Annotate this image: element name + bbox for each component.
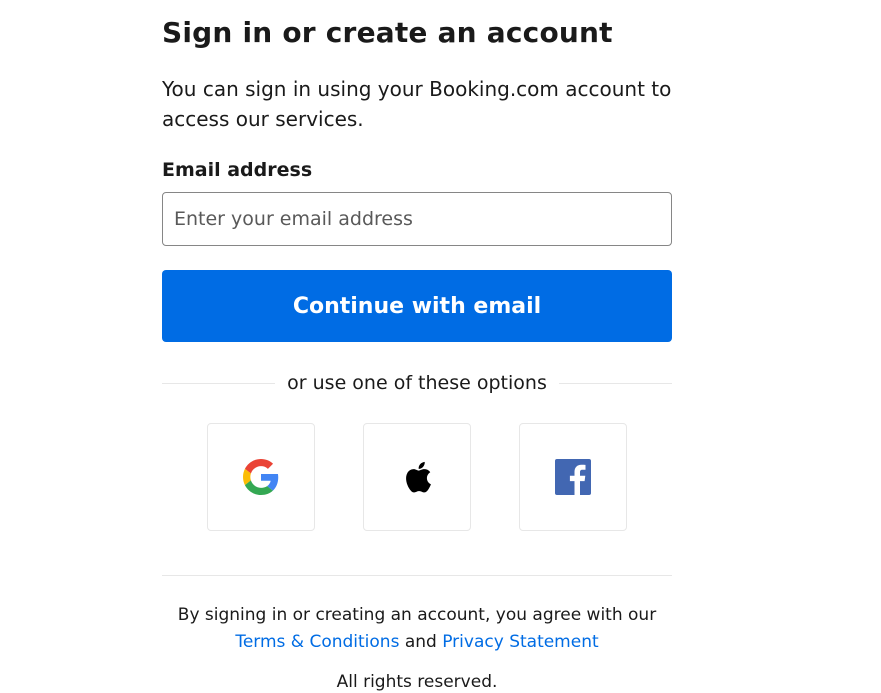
sign-in-page: Sign in or create an account You can sig…	[0, 0, 881, 693]
page-title: Sign in or create an account	[162, 16, 613, 49]
sign-in-panel: Sign in or create an account You can sig…	[162, 0, 672, 693]
divider-line-left	[162, 382, 276, 384]
facebook-sign-in-button[interactable]	[519, 423, 627, 531]
google-sign-in-button[interactable]	[207, 423, 315, 531]
legal-agreement: By signing in or creating an account, yo…	[162, 602, 672, 656]
email-label: Email address	[162, 159, 313, 181]
divider-line-right	[558, 382, 672, 384]
agreement-text: By signing in or creating an account, yo…	[177, 605, 657, 625]
continue-with-email-button[interactable]: Continue with email	[162, 270, 672, 342]
social-sign-in-options	[162, 423, 672, 531]
all-rights-reserved: All rights reserved.	[336, 672, 498, 692]
privacy-statement-link[interactable]: Privacy Statement	[442, 632, 598, 652]
options-divider-text: or use one of these options	[287, 372, 547, 394]
google-icon	[243, 459, 279, 495]
facebook-icon	[555, 459, 591, 495]
options-divider: or use one of these options	[162, 370, 672, 396]
email-field[interactable]	[162, 192, 672, 246]
apple-sign-in-button[interactable]	[363, 423, 471, 531]
apple-icon	[401, 459, 433, 495]
footer-separator	[162, 575, 672, 576]
terms-conditions-link[interactable]: Terms & Conditions	[235, 632, 399, 652]
agreement-and-text: and	[404, 632, 437, 652]
page-subtitle: You can sign in using your Booking.com a…	[162, 77, 672, 131]
